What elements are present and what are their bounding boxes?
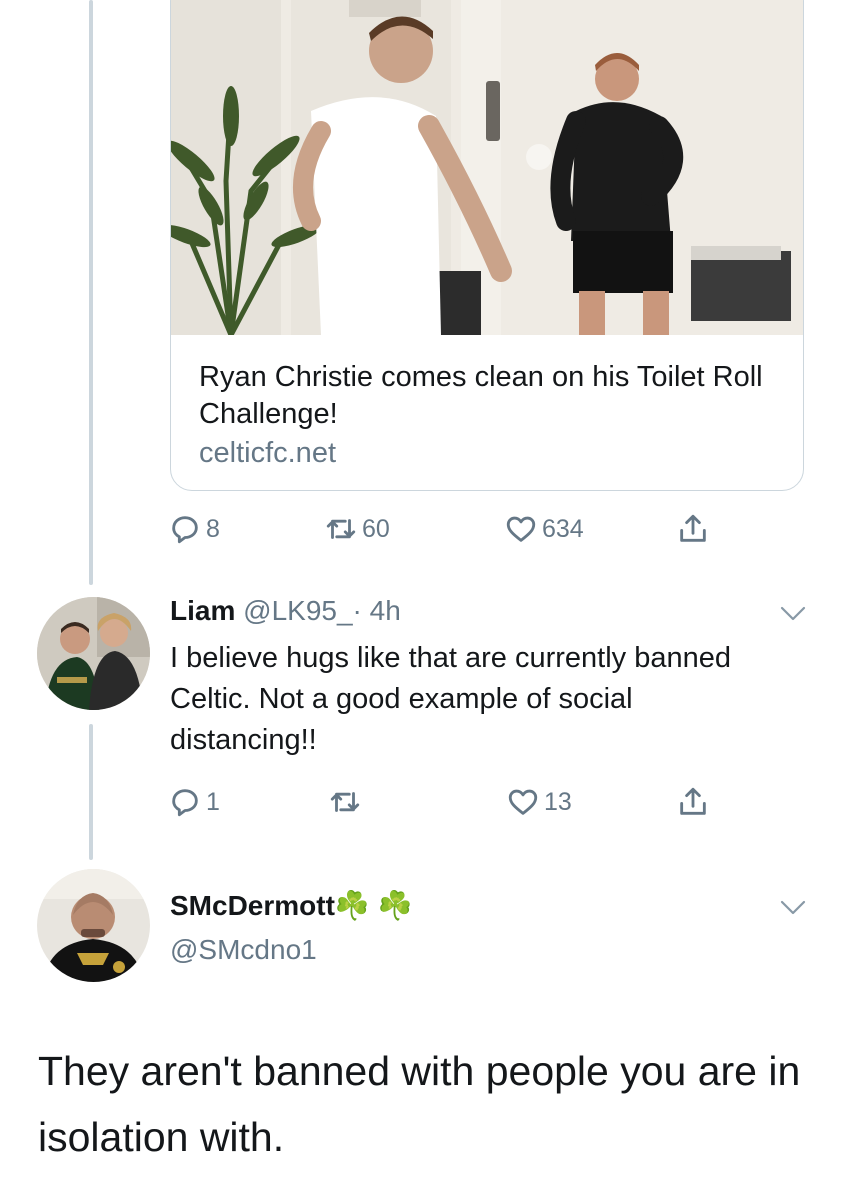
thread-line	[89, 724, 93, 860]
like-count: 13	[544, 787, 572, 816]
reply-author-name[interactable]: Liam	[170, 595, 235, 626]
link-preview-image	[171, 0, 803, 335]
like-button[interactable]: 13	[506, 782, 572, 822]
share-icon	[680, 787, 706, 815]
like-icon	[506, 516, 536, 542]
thread-line	[89, 0, 93, 585]
tweet-action-bar: 1 13	[168, 782, 728, 822]
reply-button[interactable]: 1	[168, 782, 220, 822]
avatar[interactable]	[37, 597, 150, 710]
share-button[interactable]	[676, 782, 710, 822]
reply-icon	[172, 789, 198, 817]
reply-text: I believe hugs like that are currently b…	[170, 642, 732, 756]
reply-author-line: Liam @LK95_· 4h	[170, 594, 401, 628]
link-preview-title: Ryan Christie comes clean on his Toilet …	[199, 361, 763, 430]
main-author-handle[interactable]: @SMcdno1	[170, 933, 317, 967]
like-button[interactable]: 634	[504, 509, 584, 549]
reply-timestamp[interactable]: 4h	[370, 595, 401, 626]
shamrock-icon: ☘️ ☘️	[334, 890, 413, 921]
like-count: 634	[542, 514, 584, 543]
tweet-action-bar: 8 60 634	[168, 509, 728, 549]
main-author-name[interactable]: SMcDermott	[170, 890, 335, 921]
retweet-button[interactable]: 60	[324, 509, 390, 549]
reply-count: 8	[206, 514, 220, 543]
reply-icon	[172, 516, 198, 544]
time-separator: ·	[352, 595, 362, 626]
like-icon	[508, 789, 538, 815]
link-preview-domain: celticfc.net	[199, 437, 336, 469]
retweet-button[interactable]	[328, 782, 366, 822]
main-author-line: SMcDermott☘️ ☘️	[170, 889, 412, 923]
reply-author-handle[interactable]: @LK95_	[243, 595, 352, 626]
chevron-down-icon[interactable]	[780, 900, 806, 916]
share-icon	[680, 514, 706, 542]
chevron-down-icon[interactable]	[780, 606, 806, 622]
retweet-icon	[326, 519, 356, 539]
link-preview-card[interactable]: Ryan Christie comes clean on his Toilet …	[170, 0, 804, 491]
reply-button[interactable]: 8	[168, 509, 220, 549]
reply-count: 1	[206, 787, 220, 816]
share-button[interactable]	[676, 509, 710, 549]
avatar[interactable]	[37, 869, 150, 982]
retweet-icon	[330, 792, 360, 812]
retweet-count: 60	[362, 514, 390, 543]
main-tweet-text: They aren't banned with people you are i…	[38, 1048, 801, 1160]
